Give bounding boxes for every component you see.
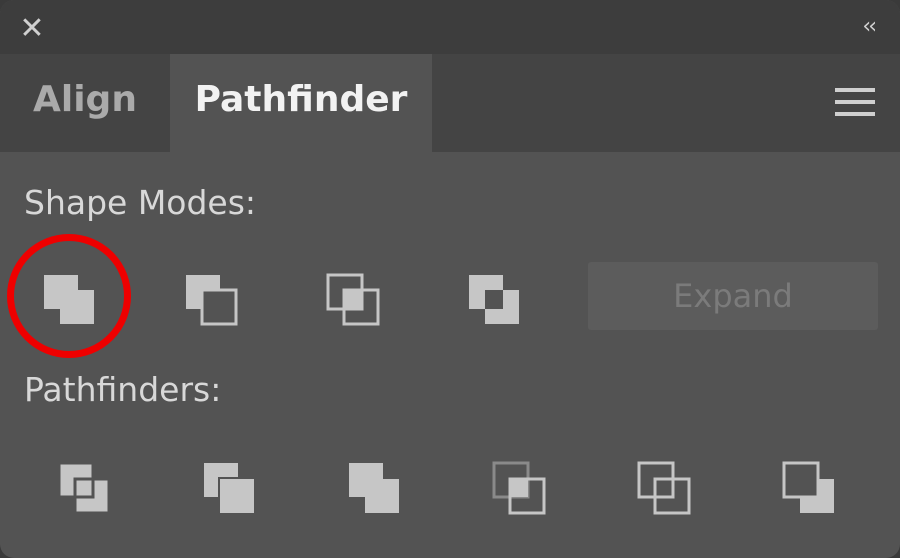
panel-titlebar: ✕ ‹‹ (0, 0, 900, 54)
exclude-icon[interactable] (455, 263, 535, 333)
shape-modes-label: Shape Modes: (24, 183, 257, 222)
tab-pathfinder[interactable]: Pathfinder (170, 54, 432, 152)
close-icon[interactable]: ✕ (18, 14, 46, 44)
pathfinders-label: Pathfinders: (24, 370, 222, 409)
unite-icon[interactable] (30, 263, 110, 333)
hamburger-menu-icon[interactable] (835, 88, 875, 120)
divide-icon[interactable] (45, 453, 125, 523)
merge-icon[interactable] (335, 453, 415, 523)
crop-icon[interactable] (480, 453, 560, 523)
outline-icon[interactable] (625, 453, 705, 523)
collapse-panel-icon[interactable]: ‹‹ (862, 14, 877, 39)
tab-bar: Align Pathfinder (0, 54, 900, 152)
tab-align[interactable]: Align (0, 54, 170, 152)
minus-front-icon[interactable] (172, 263, 252, 333)
minus-back-icon[interactable] (770, 453, 850, 523)
pathfinder-panel: ✕ ‹‹ Align Pathfinder Shape Modes: Expan… (0, 0, 900, 558)
intersect-icon[interactable] (314, 263, 394, 333)
trim-icon[interactable] (190, 453, 270, 523)
expand-button: Expand (588, 262, 878, 330)
